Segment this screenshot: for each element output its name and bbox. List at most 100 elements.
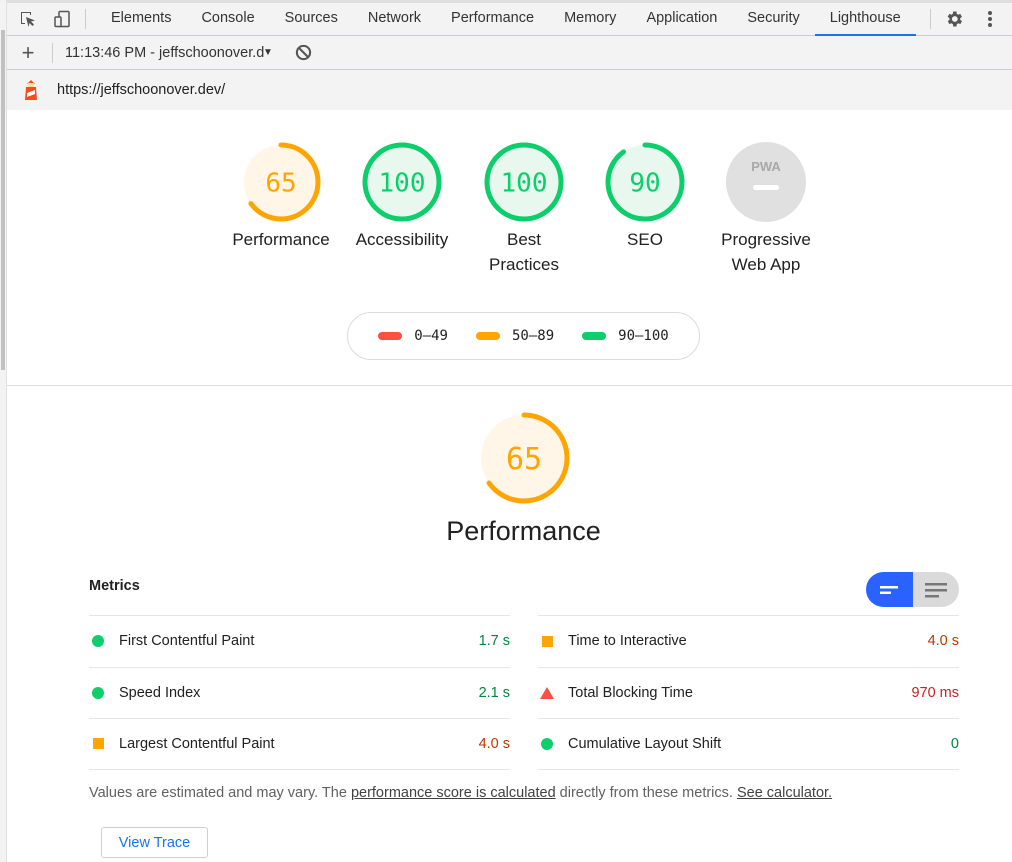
tab-memory[interactable]: Memory	[549, 3, 631, 36]
gauge-score: 65	[506, 442, 542, 477]
gauge-ring: 100	[362, 142, 442, 222]
pass-circle-icon	[540, 737, 554, 751]
metric-row: Largest Contentful Paint 4.0 s	[89, 718, 510, 770]
metric-name: Largest Contentful Paint	[119, 735, 275, 752]
metric-row: First Contentful Paint 1.7 s	[89, 615, 510, 667]
metric-row: Cumulative Layout Shift 0	[538, 718, 959, 770]
metric-value: 4.0 s	[478, 735, 510, 752]
tab-elements[interactable]: Elements	[96, 3, 186, 36]
metrics-note: Values are estimated and may vary. The p…	[89, 785, 832, 801]
expanded-view-button[interactable]	[912, 572, 959, 607]
expanded-list-icon	[924, 582, 947, 597]
metric-value: 2.1 s	[478, 684, 510, 701]
gauge-ring: 65	[241, 142, 321, 222]
gauge-label: Performance	[232, 230, 330, 249]
separator	[929, 9, 931, 29]
gauge-score: 100	[379, 168, 426, 198]
note-text: Values are estimated and may vary. The	[89, 785, 351, 801]
tab-network[interactable]: Network	[353, 3, 436, 36]
devtools-tabbar: Elements Console Sources Network Performance…	[7, 0, 1012, 36]
scrollbar[interactable]	[1, 30, 5, 370]
legend-label: 0–49	[414, 328, 448, 344]
metric-value: 0	[950, 735, 959, 752]
report-url-bar: https://jeffschoonover.dev/	[7, 70, 1012, 110]
gauge-score: 65	[265, 168, 296, 198]
score-legend: 0–49 50–89 90–100	[347, 312, 700, 360]
gauge-pwa[interactable]: PWA Progressive Web App	[706, 140, 826, 277]
legend-pass: 90–100	[582, 328, 669, 344]
view-trace-button[interactable]: View Trace	[101, 827, 208, 858]
tab-lighthouse[interactable]: Lighthouse	[814, 3, 916, 36]
pass-circle-icon	[91, 686, 105, 700]
separator	[85, 9, 86, 29]
metric-value: 4.0 s	[927, 633, 959, 650]
lighthouse-toolbar: + 11:13:46 PM - jeffschoonover.dev ▼	[7, 36, 1012, 70]
separator	[52, 42, 53, 63]
metric-name: First Contentful Paint	[119, 633, 255, 650]
metric-name: Speed Index	[119, 684, 201, 701]
gauge-ring: 100	[484, 142, 564, 222]
fail-triangle-icon	[540, 686, 554, 700]
average-square-icon	[91, 737, 105, 751]
metric-value: 970 ms	[911, 684, 959, 701]
metric-name: Cumulative Layout Shift	[568, 735, 722, 752]
gauge-ring: 65	[478, 412, 570, 504]
drawer-edge	[0, 0, 7, 862]
metric-value: 1.7 s	[478, 633, 510, 650]
gauge-seo[interactable]: 90 SEO	[585, 140, 705, 252]
lighthouse-logo-icon	[22, 79, 40, 101]
report-url[interactable]: https://jeffschoonover.dev/	[57, 82, 225, 98]
plus-icon[interactable]: +	[16, 41, 40, 63]
pass-circle-icon	[91, 634, 105, 648]
score-calculated-link[interactable]: performance score is calculated	[351, 785, 556, 801]
gauge-performance[interactable]: 65 Performance	[221, 140, 341, 252]
report-select[interactable]: 11:13:46 PM - jeffschoonover.dev	[65, 45, 265, 61]
tab-performance[interactable]: Performance	[436, 3, 549, 36]
gauge-ring: 90	[605, 142, 685, 222]
legend-swatch-pass	[582, 332, 607, 340]
see-calculator-link[interactable]: See calculator.	[737, 785, 832, 801]
metric-name: Time to Interactive	[568, 633, 687, 650]
metric-name: Total Blocking Time	[568, 684, 693, 701]
chevron-down-icon[interactable]: ▼	[263, 47, 273, 58]
legend-label: 90–100	[618, 328, 669, 344]
tab-sources[interactable]: Sources	[270, 3, 353, 36]
metrics-column-left: First Contentful Paint 1.7 s Speed Index 2.…	[89, 615, 510, 770]
gauge-label: Best Practices	[489, 230, 559, 274]
tab-console[interactable]: Console	[186, 3, 269, 36]
gauge-label: SEO	[627, 230, 663, 249]
performance-gauge-large: 65	[474, 408, 574, 513]
pwa-badge-text: PWA	[751, 159, 781, 174]
metric-row: Time to Interactive 4.0 s	[538, 615, 959, 667]
legend-swatch-fail	[378, 332, 403, 340]
kebab-menu-icon[interactable]	[979, 8, 1001, 30]
metrics-header: Metrics	[89, 578, 140, 594]
inspect-element-icon[interactable]	[17, 8, 39, 30]
compact-view-button[interactable]	[866, 572, 913, 607]
legend-average: 50–89	[475, 328, 555, 344]
metrics-view-toggle[interactable]	[866, 572, 959, 607]
pwa-badge-icon: PWA	[726, 142, 806, 222]
category-gauges: 65 Performance 100 Accessibility 100 Bes…	[7, 140, 1012, 300]
legend-label: 50–89	[511, 328, 555, 344]
gauge-best-practices[interactable]: 100 Best Practices	[464, 140, 584, 277]
clear-icon[interactable]	[295, 44, 312, 61]
tab-security[interactable]: Security	[732, 3, 814, 36]
device-toolbar-icon[interactable]	[51, 8, 73, 30]
average-square-icon	[540, 634, 554, 648]
gear-icon[interactable]	[943, 8, 965, 30]
na-dash	[753, 185, 779, 190]
compact-list-icon	[880, 585, 899, 594]
gauge-label: Accessibility	[355, 230, 449, 249]
metric-row: Total Blocking Time 970 ms	[538, 666, 959, 719]
performance-title: Performance	[446, 516, 601, 546]
gauge-score: 90	[629, 168, 660, 198]
gauge-score: 100	[501, 168, 548, 198]
metric-row: Speed Index 2.1 s	[89, 666, 510, 719]
metrics-column-right: Time to Interactive 4.0 s Total Blocking T…	[538, 615, 959, 770]
gauge-accessibility[interactable]: 100 Accessibility	[342, 140, 462, 252]
section-divider	[7, 385, 1012, 386]
legend-fail: 0–49	[378, 328, 448, 344]
legend-swatch-average	[475, 332, 500, 340]
tab-application[interactable]: Application	[631, 3, 732, 36]
